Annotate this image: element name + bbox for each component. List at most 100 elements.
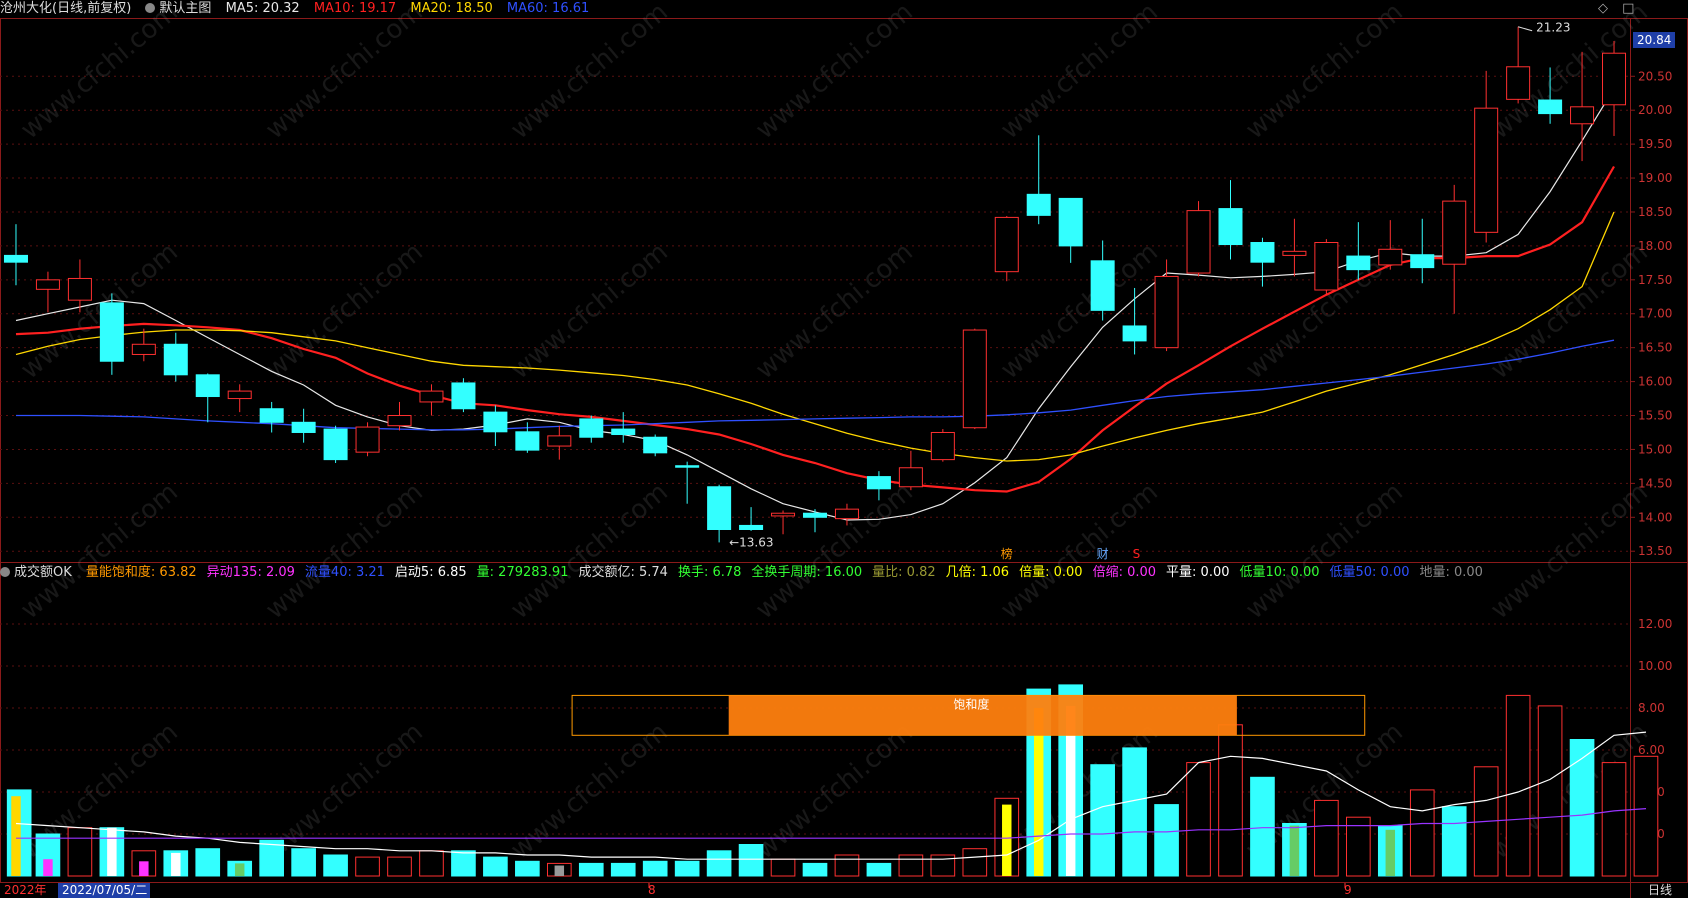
candle	[419, 390, 444, 403]
high-label: 21.23	[1536, 21, 1570, 35]
candle	[1090, 260, 1115, 311]
event-marker: 财	[1097, 547, 1109, 561]
price-axis-label: 17.00	[1638, 307, 1672, 321]
price-axis-label: 18.50	[1638, 205, 1672, 219]
year-label: 2022年	[4, 883, 47, 897]
price-axis-label: 13.50	[1638, 544, 1672, 558]
volume-axis-label: 8.00	[1638, 701, 1665, 715]
candle	[1314, 242, 1339, 291]
indicator-dot-icon	[0, 567, 10, 577]
candle	[1506, 66, 1531, 100]
volume-bar	[387, 856, 412, 877]
indicator-name[interactable]: 成交额OK	[0, 565, 72, 580]
volume-bar	[610, 862, 636, 877]
watermark-text: www.cfchi.com	[1485, 237, 1654, 385]
candle	[1346, 255, 1371, 271]
volume-highlight	[107, 827, 117, 876]
volume-bar	[483, 856, 508, 877]
indicator-value: 倍缩: 0.00	[1092, 565, 1157, 580]
volume-bar	[1314, 799, 1339, 877]
volume-bar	[770, 858, 796, 877]
indicator-value: 低量50: 0.00	[1329, 565, 1410, 580]
ma10-label: MA10: 19.17	[313, 1, 397, 16]
template-label[interactable]: 默认主图	[145, 1, 211, 16]
volume-highlight	[1289, 825, 1300, 876]
candle	[1122, 325, 1147, 342]
restore-square-icon[interactable]: □	[1622, 1, 1634, 16]
volume-bar	[1154, 804, 1179, 877]
volume-bar	[259, 839, 284, 877]
price-axis-label: 14.00	[1638, 510, 1672, 524]
sub-header: 成交额OK 量能饱和度: 63.82 异动135: 2.09 流量40: 3.21 启…	[0, 564, 1493, 582]
candle	[387, 415, 412, 427]
main-header: 沧州大化(日线,前复权) 默认主图 MA5: 20.32 MA10: 19.17…	[0, 0, 599, 18]
watermark-text: www.cfchi.com	[1485, 477, 1654, 625]
candle	[579, 418, 604, 438]
volume-bar	[323, 854, 348, 877]
ma-line-ma5	[15, 88, 1615, 521]
volume-bar	[834, 854, 860, 877]
candle	[866, 476, 891, 490]
candle	[611, 428, 636, 436]
indicator-value: 几倍: 1.06	[945, 565, 1010, 580]
price-axis-label: 16.00	[1638, 375, 1672, 389]
watermark-text: www.cfchi.com	[750, 0, 919, 145]
volume-bar	[1601, 762, 1627, 877]
price-axis-label: 17.50	[1638, 273, 1672, 287]
stock-chart-canvas[interactable]: 20.5020.0019.5019.0018.5018.0017.5017.00…	[0, 0, 1688, 898]
volume-bar	[898, 854, 924, 877]
volume-bar	[1569, 739, 1595, 877]
volume-bar	[1409, 789, 1435, 877]
volume-bar	[706, 850, 732, 877]
indicator-value: 地量: 0.00	[1419, 565, 1483, 580]
indicator-value: 成交额亿: 5.74	[578, 565, 668, 580]
watermark-text: www.cfchi.com	[15, 477, 184, 625]
watermark-text: www.cfchi.com	[15, 0, 184, 145]
volume-bar	[1633, 755, 1659, 877]
volume-bar	[642, 860, 668, 877]
ma5-label: MA5: 20.32	[225, 1, 300, 16]
candle	[227, 390, 252, 400]
watermark-text: www.cfchi.com	[260, 717, 429, 865]
candle	[1218, 208, 1243, 246]
volume-bar	[451, 850, 476, 877]
candle	[323, 428, 348, 461]
volume-highlight	[1002, 804, 1012, 876]
indicator-value: 平量: 0.00	[1166, 565, 1230, 580]
volume-bar	[674, 860, 700, 877]
candle	[163, 343, 188, 376]
price-axis-label: 15.50	[1638, 409, 1672, 423]
volume-highlight	[234, 863, 245, 876]
candle	[1250, 242, 1275, 263]
volume-bar	[1537, 705, 1563, 877]
candle	[643, 436, 668, 454]
volume-bar	[1186, 762, 1211, 877]
watermark-text: www.cfchi.com	[505, 0, 674, 145]
volume-highlight	[1385, 829, 1396, 876]
indicator-value: 异动135: 2.09	[206, 565, 295, 580]
window-controls: ◇ □	[1598, 0, 1644, 18]
volume-highlight	[139, 861, 149, 876]
indicator-value: 倍量: 0.00	[1019, 565, 1083, 580]
candle	[1602, 52, 1627, 106]
stock-title[interactable]: 沧州大化(日线,前复权)	[0, 1, 131, 16]
period-label[interactable]: 日线	[1648, 883, 1672, 897]
candle	[1186, 210, 1211, 274]
candle	[67, 277, 92, 301]
candle	[994, 216, 1019, 273]
price-axis-label: 20.00	[1638, 103, 1672, 117]
candle	[547, 435, 572, 447]
indicator-value: 低量10: 0.00	[1239, 565, 1320, 580]
volume-bar	[578, 862, 604, 877]
indicator-value: 全换手周期: 16.00	[751, 565, 863, 580]
candle	[930, 431, 955, 461]
volume-axis-label: 12.00	[1638, 617, 1672, 631]
candle	[771, 512, 796, 517]
volume-bar	[1122, 747, 1147, 877]
volume-bar	[67, 827, 93, 877]
high-pointer	[1517, 26, 1533, 32]
volume-highlight	[11, 796, 21, 876]
diamond-icon[interactable]: ◇	[1598, 1, 1608, 16]
candle	[99, 302, 124, 362]
volume-bar	[1250, 776, 1275, 877]
